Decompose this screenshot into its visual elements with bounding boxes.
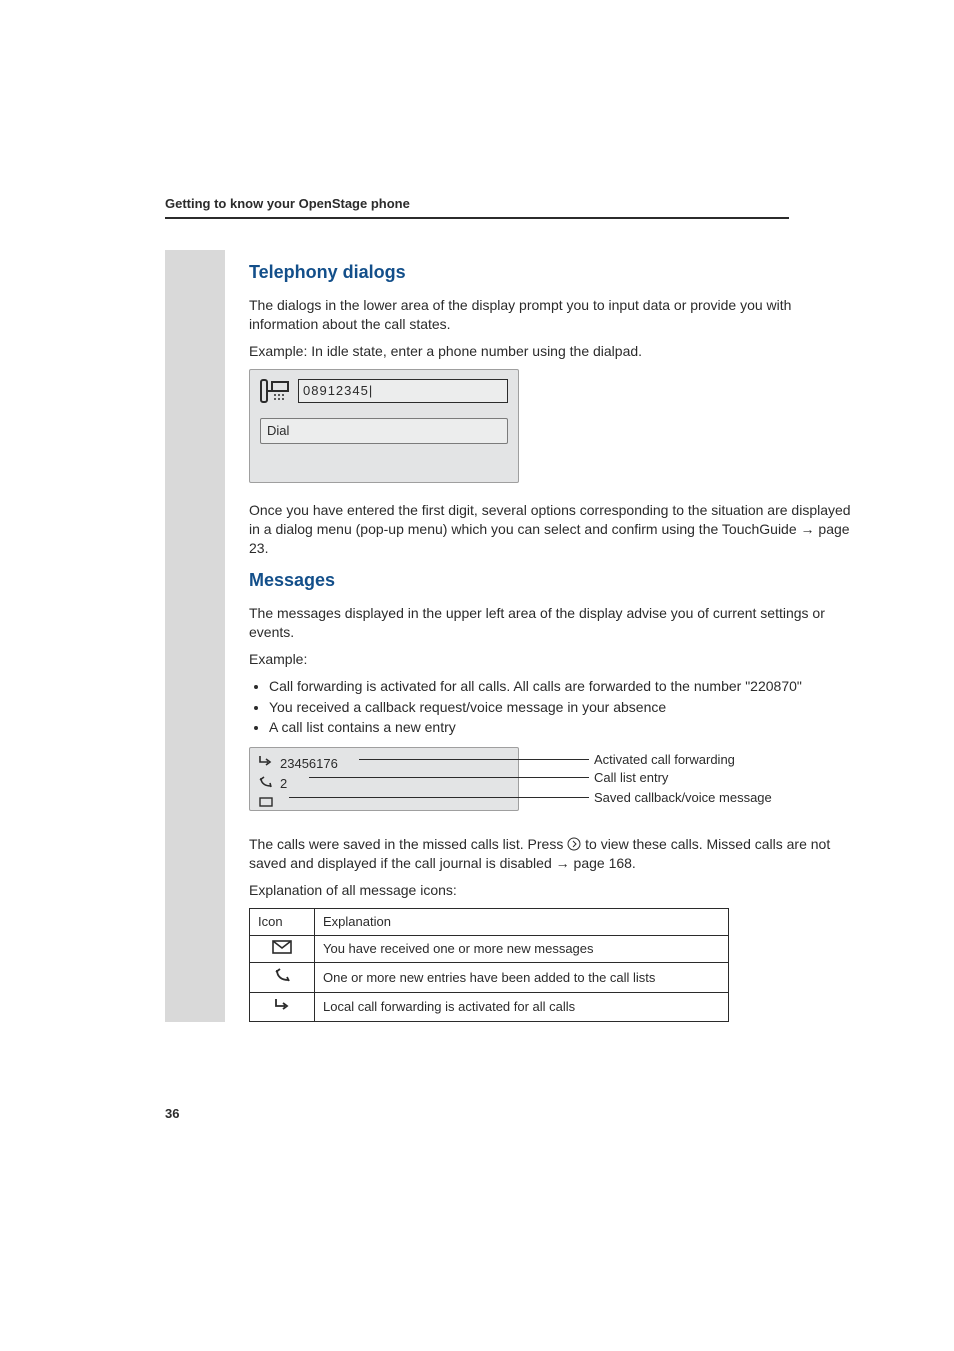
section-title-telephony: Telephony dialogs [249, 260, 864, 284]
msg-line-forwarding: 23456176 [258, 754, 510, 773]
icon-explanation-table: Icon Explanation You have received one o… [249, 908, 729, 1022]
callout-label: Activated call forwarding [594, 751, 735, 769]
table-cell-text: One or more new entries have been added … [315, 963, 729, 993]
callout-rule [359, 759, 589, 760]
saved-message-icon [258, 795, 274, 809]
body-text: Once you have entered the first digit, s… [249, 501, 864, 558]
forward-icon [258, 754, 280, 773]
section-title-messages: Messages [249, 568, 864, 592]
side-grey-bar [165, 250, 225, 1022]
dial-phone-icon [260, 378, 290, 404]
right-circle-icon [567, 836, 581, 852]
dial-example-top-row: 08912345| [260, 378, 508, 404]
calllist-icon [258, 775, 280, 794]
body-text: Example: In idle state, enter a phone nu… [249, 342, 864, 361]
arrow-icon: → [801, 521, 815, 537]
message-example-box: 23456176 2 [249, 747, 519, 811]
list-item: Call forwarding is activated for all cal… [269, 677, 864, 696]
dial-number-field[interactable]: 08912345| [298, 379, 508, 403]
callout-label: Saved callback/voice message [594, 789, 772, 807]
arrow-icon: → [556, 855, 570, 871]
dial-action-button[interactable]: Dial [260, 418, 508, 444]
dial-action-label: Dial [267, 422, 289, 440]
main-column: Telephony dialogs The dialogs in the low… [249, 250, 864, 1022]
table-row: One or more new entries have been added … [250, 963, 729, 993]
page-number: 36 [165, 1106, 179, 1121]
msg-line-text: 2 [280, 775, 287, 793]
example-label: Example: [249, 650, 864, 669]
table-cell-text: Local call forwarding is activated for a… [315, 992, 729, 1022]
body-text: The messages displayed in the upper left… [249, 604, 864, 642]
list-item: You received a callback request/voice me… [269, 698, 864, 717]
table-cell-text: You have received one or more new messag… [315, 935, 729, 963]
running-head: Getting to know your OpenStage phone [165, 196, 789, 219]
table-header-icon: Icon [250, 908, 315, 935]
content-area: Telephony dialogs The dialogs in the low… [165, 250, 864, 1022]
envelope-icon [250, 935, 315, 963]
callout-rule [309, 777, 589, 778]
calllist-icon [250, 963, 315, 993]
dial-example-box: 08912345| Dial [249, 369, 519, 483]
body-text: The dialogs in the lower area of the dis… [249, 296, 864, 334]
forward-icon [250, 992, 315, 1022]
table-header-explanation: Explanation [315, 908, 729, 935]
msg-line-text: 23456176 [280, 755, 338, 773]
table-row: You have received one or more new messag… [250, 935, 729, 963]
body-text: Explanation of all message icons: [249, 881, 864, 900]
callout-label: Call list entry [594, 769, 668, 787]
message-example-with-callouts: 23456176 2 [249, 747, 864, 817]
list-item: A call list contains a new entry [269, 718, 864, 737]
page: Getting to know your OpenStage phone Tel… [0, 0, 954, 1351]
callout-rule [289, 797, 589, 798]
body-text: The calls were saved in the missed calls… [249, 835, 864, 873]
dial-number-value: 08912345| [303, 382, 373, 400]
table-row: Local call forwarding is activated for a… [250, 992, 729, 1022]
example-bullets: Call forwarding is activated for all cal… [249, 677, 864, 738]
